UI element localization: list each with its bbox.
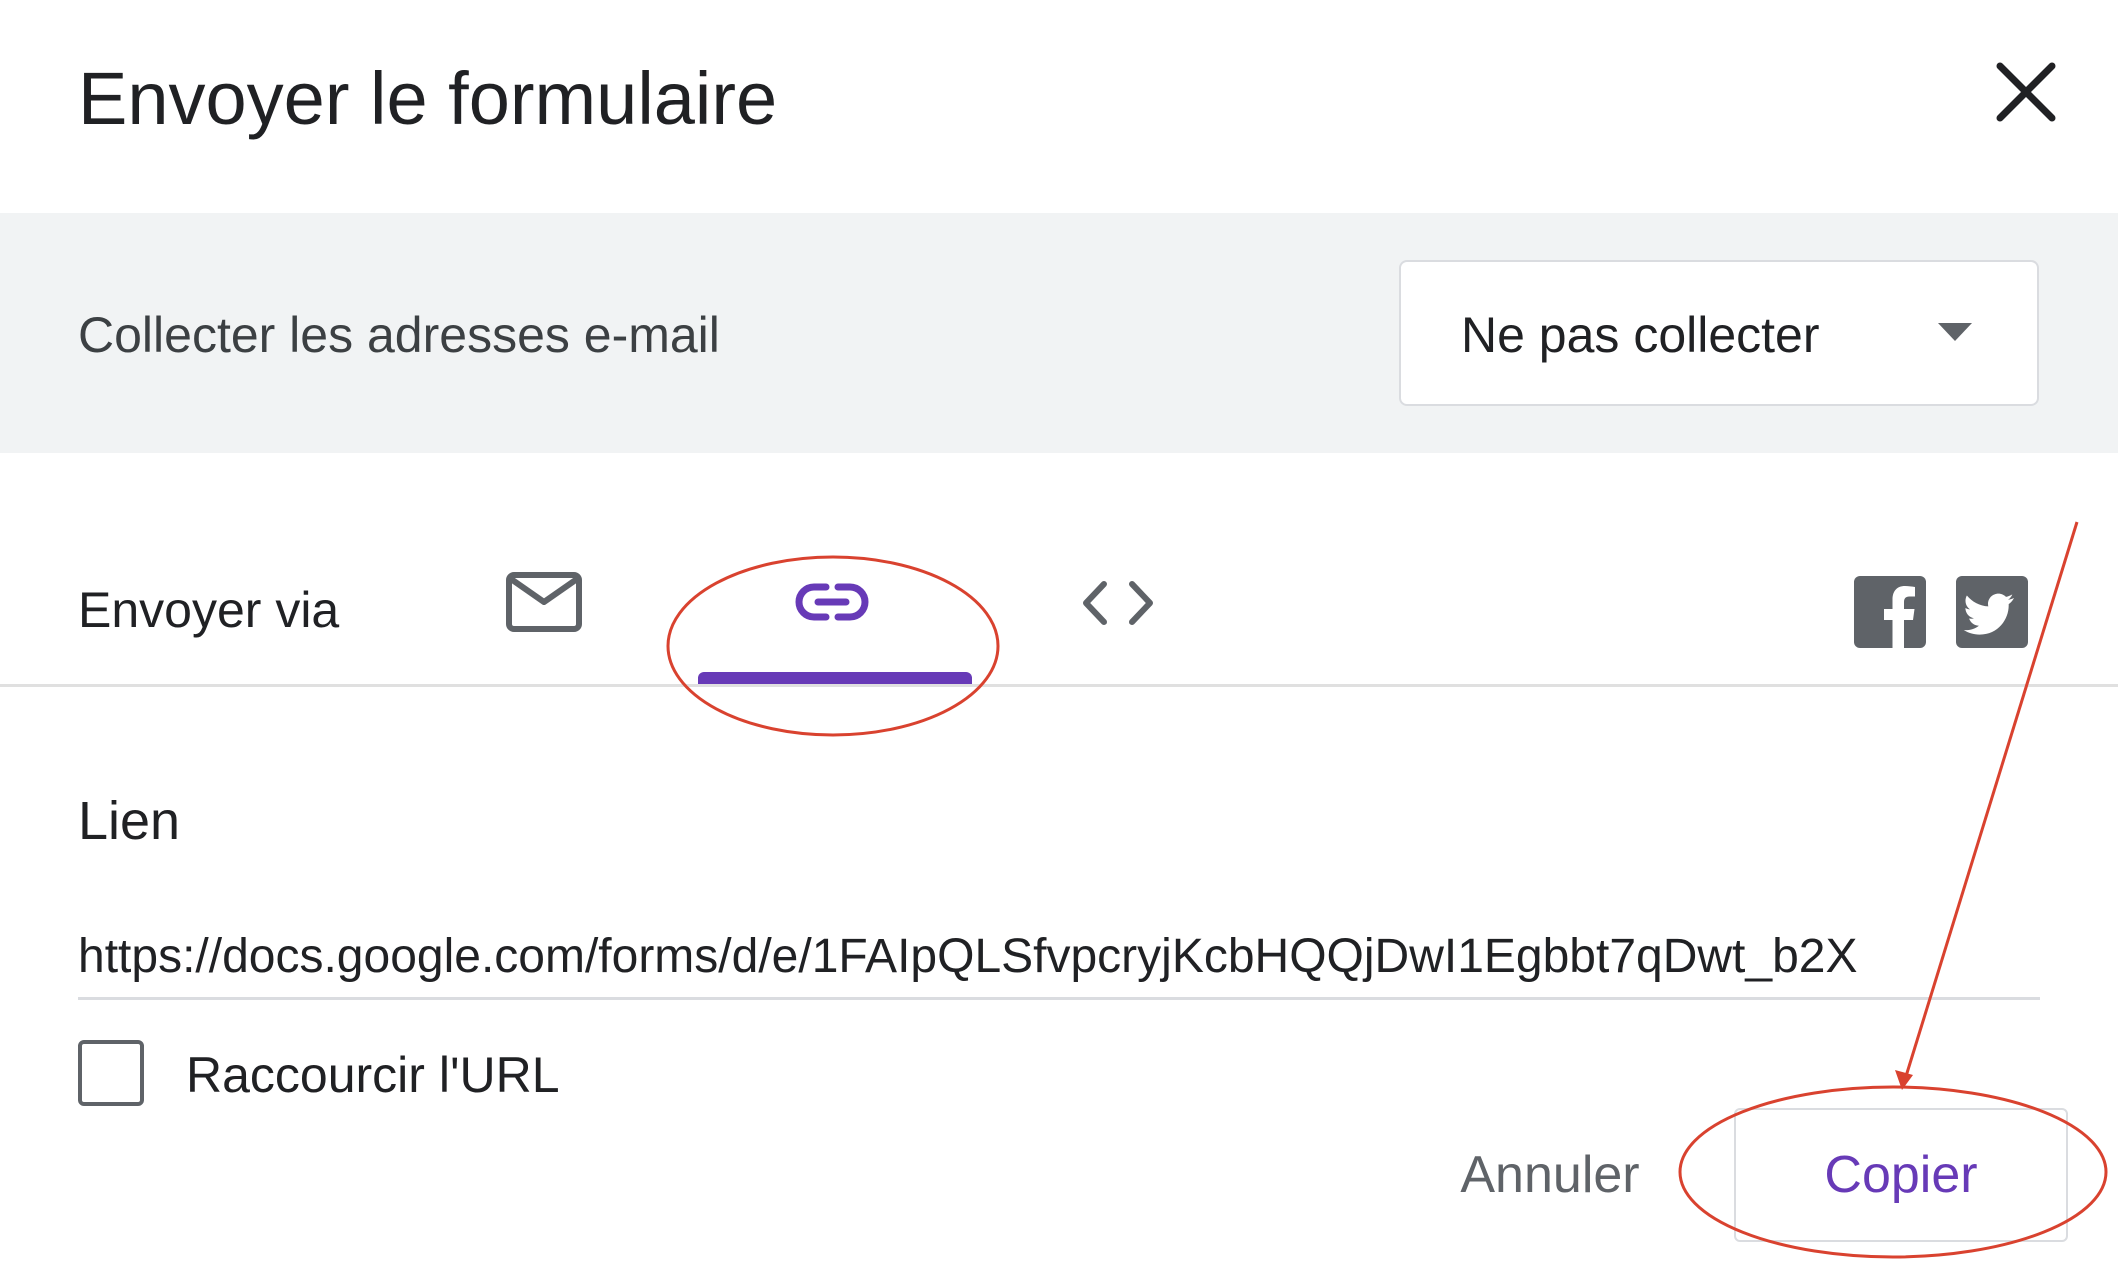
share-facebook-button[interactable] [1854, 576, 1926, 648]
shorten-url-label: Raccourcir l'URL [186, 1047, 560, 1103]
tab-email[interactable] [506, 572, 582, 632]
collect-emails-selected-value: Ne pas collecter [1461, 307, 1820, 363]
tab-link[interactable] [794, 580, 870, 624]
dropdown-arrow-icon [1938, 323, 1972, 341]
code-icon [1083, 581, 1153, 625]
link-section-title: Lien [78, 791, 181, 851]
annotation-arrowhead [1895, 1070, 1913, 1090]
collect-emails-label: Collecter les adresses e-mail [78, 307, 720, 363]
active-tab-indicator [698, 672, 972, 684]
dialog-title: Envoyer le formulaire [78, 57, 778, 140]
tab-embed-html[interactable] [1080, 578, 1156, 628]
form-url-field[interactable] [78, 916, 2040, 1000]
send-via-label: Envoyer via [78, 582, 340, 638]
facebook-icon [1854, 576, 1926, 648]
share-twitter-button[interactable] [1956, 576, 2028, 648]
copy-button[interactable]: Copier [1734, 1108, 2068, 1242]
link-icon [795, 583, 869, 621]
tabs-divider [0, 684, 2118, 687]
twitter-icon [1956, 576, 2028, 648]
shorten-url-checkbox[interactable] [78, 1040, 144, 1106]
close-icon [1996, 62, 2056, 122]
envelope-icon [506, 572, 582, 632]
close-button[interactable] [1992, 58, 2060, 126]
cancel-button[interactable]: Annuler [1440, 1120, 1660, 1230]
